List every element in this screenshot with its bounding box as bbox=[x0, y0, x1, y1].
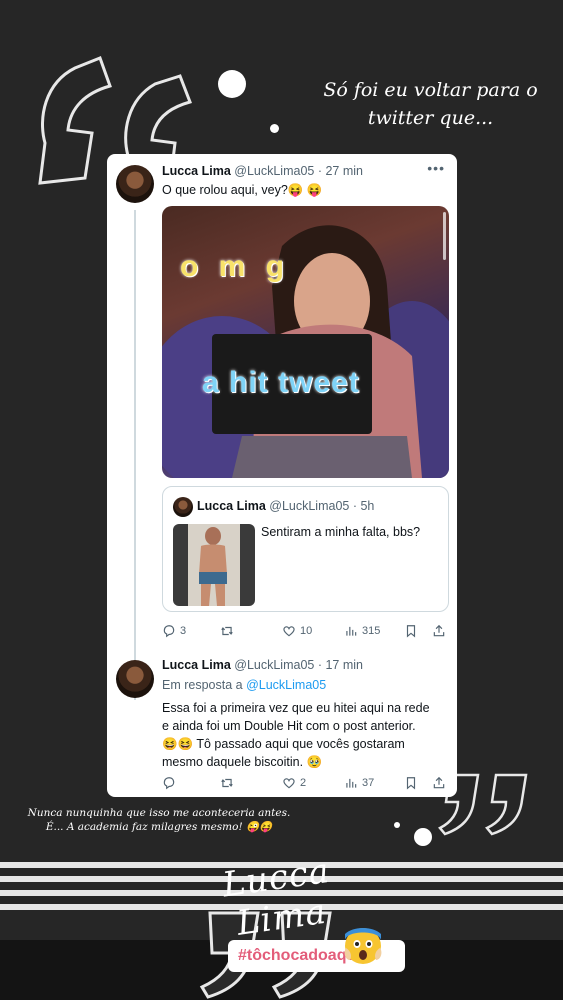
tweet-thread-card: Lucca Lima @LuckLima05 · 27 min ••• O qu… bbox=[107, 154, 457, 797]
like-button[interactable]: 2 bbox=[282, 774, 306, 792]
quoted-handle-time: @LuckLima05 · 5h bbox=[269, 499, 375, 513]
share-icon bbox=[433, 776, 445, 789]
like-button[interactable]: 10 bbox=[282, 622, 312, 640]
share-icon bbox=[433, 624, 445, 637]
views-button[interactable]: 315 bbox=[344, 622, 380, 640]
caption-bottom-line2: É... A academia faz milagres mesmo! 😜😝 bbox=[45, 821, 273, 833]
retweet-button[interactable] bbox=[220, 622, 238, 640]
caption-bottom: Nunca nunquinha que isso me aconteceria … bbox=[14, 806, 304, 834]
like-count: 10 bbox=[300, 625, 313, 637]
bookmark-icon bbox=[406, 625, 416, 638]
like-icon bbox=[283, 778, 295, 789]
tweet-text-line: mesmo daquele biscoitin. 🥹 bbox=[162, 755, 323, 769]
quoted-media-thumb[interactable] bbox=[173, 524, 255, 606]
tweet-header: Lucca Lima @LuckLima05 · 17 min bbox=[162, 658, 363, 672]
more-icon[interactable]: ••• bbox=[427, 160, 445, 176]
media-caption-bottom: a hit tweet bbox=[202, 366, 360, 399]
quoted-tweet[interactable]: Lucca Lima @LuckLima05 · 5h Sentiram a m… bbox=[162, 486, 449, 612]
caption-top: Só foi eu voltar para o twitter que... bbox=[323, 79, 538, 129]
reply-button[interactable] bbox=[162, 774, 180, 792]
tweet-text-line: Essa foi a primeira vez que eu hitei aqu… bbox=[162, 701, 430, 715]
like-icon bbox=[283, 626, 295, 637]
quoted-media-illustration bbox=[199, 527, 227, 606]
view-count: 37 bbox=[362, 777, 375, 789]
views-button[interactable]: 37 bbox=[344, 774, 374, 792]
reply-button[interactable]: 3 bbox=[162, 622, 186, 640]
bookmark-icon bbox=[406, 777, 416, 790]
caption-bottom-line1: Nunca nunquinha que isso me aconteceria … bbox=[27, 807, 291, 819]
avatar[interactable] bbox=[116, 165, 154, 203]
tweet-actions: 2 37 bbox=[162, 774, 452, 792]
retweet-icon bbox=[221, 626, 233, 636]
share-button[interactable] bbox=[432, 774, 446, 792]
tweet-text: Essa foi a primeira vez que eu hitei aqu… bbox=[162, 699, 430, 771]
dot-decoration bbox=[218, 70, 246, 98]
reply-prefix: Em resposta a bbox=[162, 678, 243, 692]
reply-count: 3 bbox=[180, 625, 187, 637]
avatar[interactable] bbox=[116, 660, 154, 698]
bookmark-button[interactable] bbox=[404, 774, 418, 792]
dot-decoration bbox=[270, 124, 279, 133]
reply-context: Em resposta a @LuckLima05 bbox=[162, 676, 326, 694]
hashtag-prefix: # bbox=[238, 947, 247, 964]
tweet-text-line: e ainda foi um Double Hit com o post ant… bbox=[162, 719, 416, 733]
author-name[interactable]: Lucca Lima bbox=[162, 164, 231, 178]
quoted-author-name: Lucca Lima bbox=[197, 499, 266, 513]
reply-icon bbox=[163, 625, 175, 638]
tweet-header: Lucca Lima @LuckLima05 · 27 min bbox=[162, 164, 363, 178]
views-icon bbox=[346, 778, 357, 788]
dot-decoration bbox=[394, 822, 400, 828]
shocked-face-icon bbox=[344, 928, 382, 964]
tweet-text: O que rolou aqui, vey?😝 😝 bbox=[162, 183, 323, 197]
author-handle-time: @LuckLima05 · 27 min bbox=[234, 164, 363, 178]
views-icon bbox=[346, 626, 357, 636]
reply-to-link[interactable]: @LuckLima05 bbox=[246, 678, 326, 692]
reply-icon bbox=[163, 777, 175, 790]
media-illustration bbox=[162, 225, 449, 478]
media-scrollbar[interactable] bbox=[443, 212, 446, 260]
media-caption-top: o m g bbox=[180, 250, 290, 283]
retweet-icon bbox=[221, 778, 233, 788]
share-button[interactable] bbox=[432, 622, 446, 640]
like-count: 2 bbox=[300, 777, 307, 789]
view-count: 315 bbox=[362, 625, 381, 637]
tweet-media[interactable]: o m g a hit tweet bbox=[162, 206, 449, 478]
tweet-actions: 3 10 315 bbox=[162, 622, 452, 640]
quoted-text: Sentiram a minha falta, bbs? bbox=[261, 525, 421, 539]
retweet-button[interactable] bbox=[220, 774, 238, 792]
bookmark-button[interactable] bbox=[404, 622, 418, 640]
thread-line bbox=[134, 210, 136, 700]
quoted-header: Lucca Lima @LuckLima05 · 5h bbox=[197, 499, 374, 513]
author-handle-time: @LuckLima05 · 17 min bbox=[234, 658, 363, 672]
quoted-avatar bbox=[173, 497, 193, 517]
author-name[interactable]: Lucca Lima bbox=[162, 658, 231, 672]
tweet-text-line: 😆😆 Tô passado aqui que vocês gostaram bbox=[162, 737, 405, 751]
